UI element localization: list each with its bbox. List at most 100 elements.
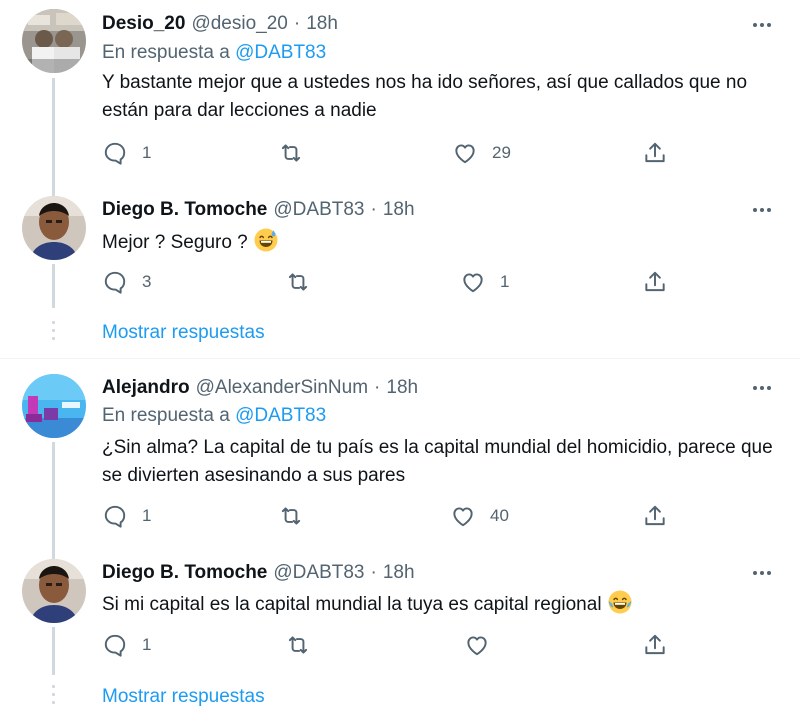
like-button[interactable]: 40 bbox=[450, 501, 509, 531]
tweet-actions: 1 40 bbox=[102, 501, 682, 531]
share-button[interactable] bbox=[642, 267, 668, 297]
username[interactable]: @desio_20 bbox=[191, 13, 287, 35]
like-count: 40 bbox=[490, 506, 509, 525]
reply-count: 1 bbox=[142, 143, 152, 162]
reply-button[interactable]: 1 bbox=[102, 501, 151, 531]
replying-to: En respuesta a @DABT83 bbox=[102, 405, 326, 427]
tweet-text: ¿Sin alma? La capital de tu país es la c… bbox=[102, 437, 773, 486]
reply-button[interactable]: 3 bbox=[102, 267, 151, 297]
show-replies-link[interactable]: Mostrar respuestas bbox=[102, 322, 265, 344]
retweet-button[interactable] bbox=[285, 267, 311, 297]
more-options-button[interactable] bbox=[750, 198, 774, 222]
separator-dot: · bbox=[374, 377, 381, 398]
display-name[interactable]: Alejandro bbox=[102, 377, 190, 399]
retweet-button[interactable] bbox=[278, 138, 304, 168]
more-dots-icon bbox=[753, 571, 757, 575]
tweet-text: Si mi capital es la capital mundial la t… bbox=[102, 589, 782, 619]
share-icon bbox=[645, 634, 665, 655]
tweet-diego-2[interactable]: Diego B. Tomoche @DABT83 · 18h Si mi cap… bbox=[0, 554, 800, 717]
reply-button[interactable]: 1 bbox=[102, 138, 151, 168]
thread-connector bbox=[52, 554, 55, 559]
show-replies-link[interactable]: Mostrar respuestas bbox=[102, 686, 265, 708]
thread-connector bbox=[52, 264, 55, 308]
timestamp[interactable]: 18h bbox=[306, 13, 338, 35]
avatar-desio[interactable] bbox=[22, 9, 86, 73]
timestamp[interactable]: 18h bbox=[383, 199, 415, 221]
heart-icon bbox=[463, 273, 483, 293]
reply-count: 1 bbox=[142, 635, 152, 654]
thread-ellipsis bbox=[52, 685, 55, 709]
share-button[interactable] bbox=[642, 630, 668, 660]
profile-photo-icon bbox=[22, 196, 86, 260]
share-button[interactable] bbox=[642, 138, 668, 168]
heart-icon bbox=[455, 144, 475, 164]
heart-icon bbox=[453, 507, 473, 527]
username[interactable]: @DABT83 bbox=[273, 199, 364, 221]
tweet-text: Mejor ? Seguro ? bbox=[102, 227, 782, 257]
timestamp[interactable]: 18h bbox=[383, 562, 415, 584]
share-button[interactable] bbox=[642, 501, 668, 531]
avatar-diego[interactable] bbox=[22, 196, 86, 260]
like-button[interactable] bbox=[464, 630, 504, 660]
replying-to-label: En respuesta a bbox=[102, 42, 230, 63]
grinning-sweat-emoji-icon bbox=[254, 228, 278, 252]
timestamp[interactable]: 18h bbox=[386, 377, 418, 399]
like-count: 1 bbox=[500, 272, 510, 291]
retweet-button[interactable] bbox=[278, 501, 304, 531]
like-button[interactable]: 29 bbox=[452, 138, 511, 168]
thread-ellipsis bbox=[52, 321, 55, 345]
share-icon bbox=[645, 271, 665, 292]
more-dots-icon bbox=[753, 23, 757, 27]
heart-icon bbox=[467, 636, 487, 656]
display-name[interactable]: Diego B. Tomoche bbox=[102, 199, 267, 221]
tweet-actions: 1 bbox=[102, 630, 682, 660]
avatar-alejandro[interactable] bbox=[22, 374, 86, 438]
tweet-diego-1[interactable]: Diego B. Tomoche @DABT83 · 18h Mejor ? S… bbox=[0, 190, 800, 358]
reply-icon bbox=[104, 271, 126, 294]
reply-count: 1 bbox=[142, 506, 152, 525]
replying-to: En respuesta a @DABT83 bbox=[102, 42, 326, 64]
separator-dot: · bbox=[370, 562, 377, 583]
username[interactable]: @AlexanderSinNum bbox=[196, 377, 368, 399]
tweet-header: Desio_20 @desio_20 · 18h bbox=[102, 11, 338, 37]
mention-link[interactable]: @DABT83 bbox=[235, 42, 326, 63]
tweet-desio[interactable]: Desio_20 @desio_20 · 18h En respuesta a … bbox=[0, 0, 800, 190]
thread-connector bbox=[52, 78, 55, 190]
avatar-diego[interactable] bbox=[22, 559, 86, 623]
retweet-icon bbox=[288, 273, 308, 291]
tweet-actions: 3 1 bbox=[102, 267, 682, 297]
more-options-button[interactable] bbox=[750, 561, 774, 585]
more-dots-icon bbox=[753, 208, 757, 212]
tweet-alejandro[interactable]: Alejandro @AlexanderSinNum · 18h En resp… bbox=[0, 359, 800, 554]
share-icon bbox=[645, 505, 665, 526]
tears-of-joy-emoji-icon bbox=[608, 590, 632, 614]
thread-connector bbox=[52, 190, 55, 196]
reply-icon bbox=[104, 505, 126, 528]
username[interactable]: @DABT83 bbox=[273, 562, 364, 584]
reply-count: 3 bbox=[142, 272, 152, 291]
share-icon bbox=[645, 142, 665, 163]
retweet-icon bbox=[281, 507, 301, 525]
thread-connector bbox=[52, 442, 55, 554]
reply-icon bbox=[104, 142, 126, 165]
more-options-button[interactable] bbox=[750, 13, 774, 37]
display-name[interactable]: Diego B. Tomoche bbox=[102, 562, 267, 584]
mention-link[interactable]: @DABT83 bbox=[235, 405, 326, 426]
more-options-button[interactable] bbox=[750, 376, 774, 400]
thread-connector bbox=[52, 627, 55, 675]
reply-button[interactable]: 1 bbox=[102, 630, 151, 660]
more-dots-icon bbox=[753, 386, 757, 390]
display-name[interactable]: Desio_20 bbox=[102, 13, 185, 35]
like-count: 29 bbox=[492, 143, 511, 162]
profile-photo-icon bbox=[22, 9, 86, 73]
like-button[interactable]: 1 bbox=[460, 267, 509, 297]
tweet-header: Alejandro @AlexanderSinNum · 18h bbox=[102, 375, 418, 401]
profile-photo-icon bbox=[22, 374, 86, 438]
profile-photo-icon bbox=[22, 559, 86, 623]
tweet-text: Y bastante mejor que a ustedes nos ha id… bbox=[102, 72, 748, 121]
reply-icon bbox=[104, 634, 126, 657]
tweet-text-content: Si mi capital es la capital mundial la t… bbox=[102, 594, 602, 615]
replying-to-label: En respuesta a bbox=[102, 405, 230, 426]
retweet-button[interactable] bbox=[285, 630, 311, 660]
tweet-header: Diego B. Tomoche @DABT83 · 18h bbox=[102, 560, 415, 586]
